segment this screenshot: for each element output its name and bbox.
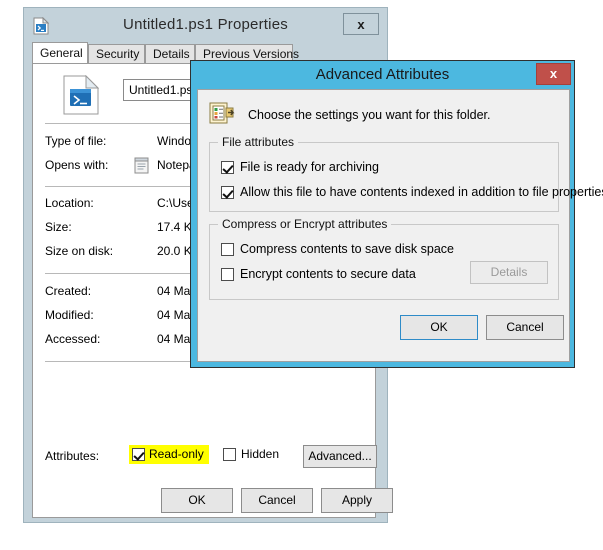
compress-checkbox[interactable]: Compress contents to save disk space <box>221 242 454 256</box>
hidden-label: Hidden <box>241 447 280 461</box>
indexing-checkbox[interactable]: Allow this file to have contents indexed… <box>221 185 603 199</box>
label-modified: Modified: <box>45 308 94 322</box>
tab-general[interactable]: General <box>32 42 88 63</box>
label-attributes: Attributes: <box>45 449 100 463</box>
advanced-header: Choose the settings you want for this fo… <box>209 100 491 129</box>
advanced-dialog-title: Advanced Attributes <box>315 66 450 83</box>
details-button: Details <box>470 261 548 284</box>
properties-title-bar: Untitled1.ps1 Properties x <box>24 8 387 42</box>
label-size: Size: <box>45 220 72 234</box>
advanced-dialog-body: Choose the settings you want for this fo… <box>197 89 603 362</box>
hidden-checkbox-box <box>223 447 236 461</box>
compress-encrypt-group-title: Compress or Encrypt attributes <box>218 217 392 231</box>
encrypt-checkbox[interactable]: Encrypt contents to secure data <box>221 267 416 281</box>
label-type-of-file: Type of file: <box>45 134 107 148</box>
properties-window-title: Untitled1.ps1 Properties <box>123 16 288 33</box>
file-attributes-group-title: File attributes <box>218 135 299 149</box>
cancel-button[interactable]: Cancel <box>241 488 313 513</box>
advanced-title-bar: Advanced Attributes x <box>191 61 574 89</box>
advanced-cancel-button[interactable]: Cancel <box>486 315 564 340</box>
notepad-icon <box>133 156 150 177</box>
compress-checkbox-box <box>221 242 234 256</box>
label-accessed: Accessed: <box>45 332 101 346</box>
compress-label: Compress contents to save disk space <box>240 242 454 256</box>
properties-button-bar: OK Cancel Apply <box>29 488 393 516</box>
archiving-label: File is ready for archiving <box>240 160 379 174</box>
encrypt-label: Encrypt contents to secure data <box>240 267 416 281</box>
encrypt-checkbox-box <box>221 267 234 281</box>
apply-button[interactable]: Apply <box>321 488 393 513</box>
advanced-button[interactable]: Advanced... <box>303 445 377 468</box>
label-opens-with: Opens with: <box>45 158 109 172</box>
archiving-checkbox[interactable]: File is ready for archiving <box>221 160 379 174</box>
ok-button[interactable]: OK <box>161 488 233 513</box>
readonly-checkbox-box <box>132 447 145 461</box>
readonly-checkbox[interactable]: Read-only <box>129 445 209 464</box>
tab-security[interactable]: Security <box>88 44 145 63</box>
powershell-document-icon <box>63 74 100 118</box>
indexing-checkbox-box <box>221 185 234 199</box>
tab-details[interactable]: Details <box>145 44 195 63</box>
label-created: Created: <box>45 284 92 298</box>
label-size-on-disk: Size on disk: <box>45 244 114 258</box>
hidden-checkbox[interactable]: Hidden <box>223 447 279 461</box>
attributes-row: Attributes: Read-only Hidden Advanced... <box>45 445 377 469</box>
close-icon[interactable]: x <box>536 63 571 85</box>
advanced-attributes-dialog: Advanced Attributes x Choose the setting… <box>190 60 603 368</box>
close-icon[interactable]: x <box>343 13 379 35</box>
readonly-label: Read-only <box>149 447 204 461</box>
file-attributes-group: File attributes File is ready for archiv… <box>209 135 603 212</box>
compress-encrypt-group: Compress or Encrypt attributes Compress … <box>209 217 559 300</box>
label-location: Location: <box>45 196 94 210</box>
archiving-checkbox-box <box>221 160 234 174</box>
folder-attributes-icon <box>209 100 237 129</box>
advanced-button-bar: OK Cancel <box>198 315 571 343</box>
advanced-ok-button[interactable]: OK <box>400 315 478 340</box>
indexing-label: Allow this file to have contents indexed… <box>240 185 603 199</box>
advanced-header-text: Choose the settings you want for this fo… <box>248 107 491 122</box>
